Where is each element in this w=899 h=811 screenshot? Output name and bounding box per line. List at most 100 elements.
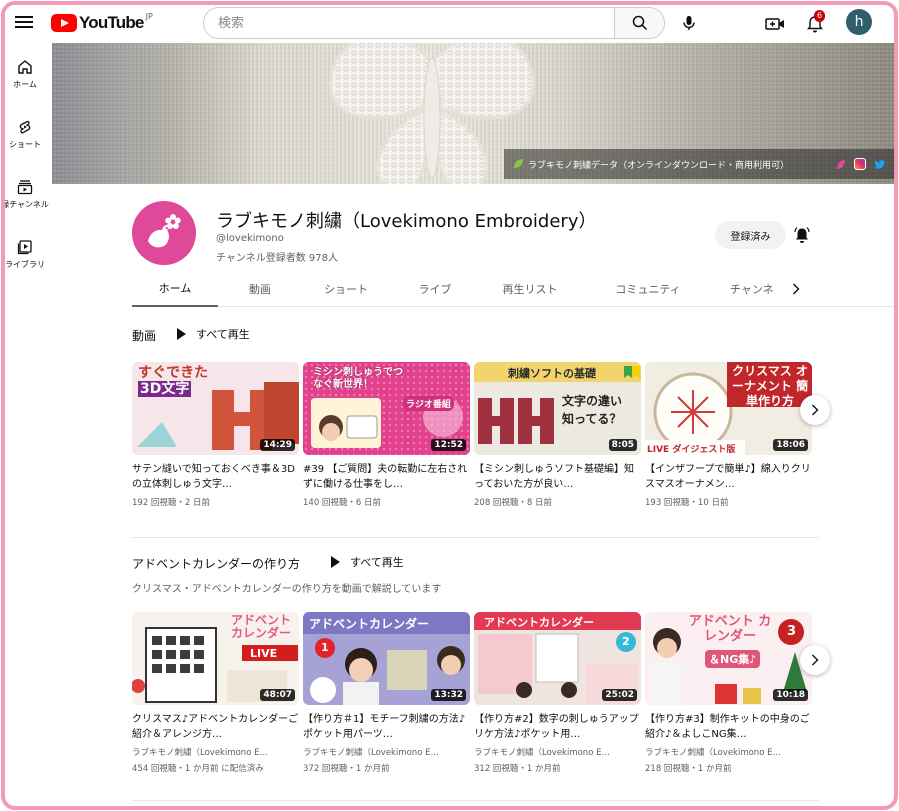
video-meta: 312 回視聴・1 か月前 — [474, 764, 561, 774]
tabs-scroll-right-button[interactable] — [787, 280, 805, 298]
search-box — [203, 7, 665, 39]
shelf-next-button[interactable] — [800, 645, 830, 675]
video-duration: 12:52 — [431, 439, 466, 451]
video-thumbnail[interactable]: すぐできた 3D文字 14:29 — [132, 362, 299, 455]
home-icon — [18, 60, 32, 74]
thumbnail-caption: 刺繍ソフトの基礎 — [508, 367, 596, 380]
twitter-icon[interactable] — [874, 158, 886, 170]
play-all-label: すべて再生 — [350, 556, 404, 569]
rail-item-subscriptions[interactable]: 登録チャンネル — [5, 163, 49, 223]
video-thumbnail[interactable]: ミシン刺しゅうでつなぐ新世界！ ラジオ番組 12:52 — [303, 362, 470, 455]
video-duration: 18:06 — [773, 439, 808, 451]
video-title[interactable]: 【作り方#2】数字の刺しゅうアップリケ方法♪ポケット用… — [474, 712, 641, 742]
rail-label: ライブラリ — [5, 260, 45, 269]
rail-label: ショート — [9, 140, 41, 149]
section-title[interactable]: アドベントカレンダーの作り方 — [132, 555, 300, 572]
channel-handle: @lovekimono — [216, 233, 284, 244]
tab-channels[interactable]: チャンネ — [716, 271, 782, 307]
logo-region: JP — [145, 11, 153, 21]
video-thumbnail[interactable]: アドベント カレンダー LIVE 48:07 — [132, 612, 299, 705]
video-duration: 10:18 — [773, 689, 808, 701]
video-thumbnail[interactable]: アドベントカレンダー 1 13:32 — [303, 612, 470, 705]
video-title[interactable]: クリスマス♪アドベントカレンダーご紹介＆アレンジ方… — [132, 712, 299, 742]
tab-shorts[interactable]: ショート — [302, 271, 390, 307]
account-avatar[interactable]: h — [846, 9, 872, 35]
shelf-next-button[interactable] — [800, 395, 830, 425]
video-card[interactable]: アドベントカレンダー 2 25:02 【作り方#2】数字の刺しゅうアップリケ方法… — [474, 612, 641, 774]
logo-text: YouTube — [79, 13, 144, 32]
mic-icon — [683, 16, 695, 30]
thumbnail-caption-2: 文字の違い 知ってる？ — [562, 394, 623, 426]
chevron-right-icon — [812, 404, 819, 416]
rail-item-home[interactable]: ホーム — [5, 43, 45, 103]
thumbnail-caption-2: ラジオ番組 — [403, 396, 454, 411]
menu-icon[interactable] — [15, 13, 33, 31]
video-card[interactable]: アドベント カレンダー 3 ＆NG集♪ 10:18 【作り方#3】制作キットの中… — [645, 612, 812, 774]
thumbnail-caption: アドベントカレンダー — [484, 616, 594, 629]
left-rail: ホーム ショート 登録チャンネル ライブラリ — [5, 43, 53, 283]
youtube-logo[interactable]: YouTube JP — [51, 11, 153, 35]
voice-search-button[interactable] — [674, 8, 704, 38]
video-thumbnail[interactable]: クリスマス オーナメント 簡単作り方 LIVE ダイジェスト版 18:06 — [645, 362, 812, 455]
search-input[interactable] — [204, 8, 614, 38]
thumbnail-caption: アドベントカレンダー — [309, 617, 430, 631]
section-divider — [132, 537, 819, 538]
notification-bell-button[interactable] — [792, 225, 812, 245]
play-all-button[interactable]: すべて再生 — [331, 554, 404, 570]
rail-item-library[interactable]: ライブラリ — [5, 223, 45, 283]
lovekimono-icon[interactable] — [834, 158, 846, 170]
video-card[interactable]: クリスマス オーナメント 簡単作り方 LIVE ダイジェスト版 18:06 【イ… — [645, 362, 812, 508]
video-meta: 218 回視聴・1 か月前 — [645, 764, 732, 774]
video-title[interactable]: 【作り方#3】制作キットの中身のご紹介♪＆よしこNG集… — [645, 712, 812, 742]
bird-flower-logo-icon — [148, 214, 181, 248]
thumbnail-caption-2: LIVE — [250, 647, 278, 660]
video-thumbnail[interactable]: アドベントカレンダー 2 25:02 — [474, 612, 641, 705]
video-channel[interactable]: ラブキモノ刺繍（Lovekimono E… — [474, 746, 641, 758]
play-all-button[interactable]: すべて再生 — [177, 326, 250, 342]
video-title[interactable]: #39 【ご質問】夫の転勤に左右されずに働ける仕事をし… — [303, 462, 470, 492]
instagram-icon[interactable] — [854, 158, 866, 170]
video-channel[interactable]: ラブキモノ刺繍（Lovekimono E… — [303, 746, 470, 758]
notifications-button[interactable]: 6 — [801, 10, 829, 38]
thumbnail-caption: ミシン刺しゅうでつなぐ新世界！ — [313, 367, 403, 390]
tab-playlists[interactable]: 再生リスト — [480, 271, 580, 307]
video-thumbnail[interactable]: アドベント カレンダー 3 ＆NG集♪ 10:18 — [645, 612, 812, 705]
search-button[interactable] — [614, 8, 664, 38]
video-card[interactable]: アドベント カレンダー LIVE 48:07 クリスマス♪アドベントカレンダーご… — [132, 612, 299, 774]
thumbnail-caption-2: LIVE ダイジェスト版 — [647, 445, 736, 455]
thumbnail-caption-2: 2 — [622, 635, 630, 648]
create-button[interactable] — [761, 10, 789, 38]
video-title[interactable]: 【ミシン刺しゅうソフト基礎編】知っておいた方が良い… — [474, 462, 641, 492]
channel-banner: ラブキモノ刺繍データ（オンラインダウンロード・商用利用可） — [52, 43, 894, 184]
thumbnail-caption-2: 3 — [787, 624, 797, 639]
video-channel[interactable]: ラブキモノ刺繍（Lovekimono E… — [645, 746, 812, 758]
tab-live[interactable]: ライブ — [390, 271, 480, 307]
video-duration: 25:02 — [602, 689, 637, 701]
video-meta: 140 回視聴・6 日前 — [303, 498, 382, 508]
video-card[interactable]: ミシン刺しゅうでつなぐ新世界！ ラジオ番組 12:52 #39 【ご質問】夫の転… — [303, 362, 470, 508]
tab-videos[interactable]: 動画 — [218, 271, 302, 307]
video-title[interactable]: 【インザフープで簡単♪】綿入りクリスマスオーナメン… — [645, 462, 812, 492]
video-thumbnail[interactable]: 刺繍ソフトの基礎 文字の違い 知ってる？ 8:05 — [474, 362, 641, 455]
section-title[interactable]: 動画 — [132, 327, 156, 344]
bell-ringing-icon — [794, 227, 810, 243]
video-channel[interactable]: ラブキモノ刺繍（Lovekimono E… — [132, 746, 299, 758]
video-card[interactable]: アドベントカレンダー 1 13:32 【作り方＃1】モチーフ刺繍の方法♪ポケット… — [303, 612, 470, 774]
video-card[interactable]: 刺繍ソフトの基礎 文字の違い 知ってる？ 8:05 【ミシン刺しゅうソフト基礎編… — [474, 362, 641, 508]
video-title[interactable]: サテン縫いで知っておくべき事＆3Dの立体刺しゅう文字… — [132, 462, 299, 492]
youtube-play-icon — [51, 14, 77, 32]
video-title[interactable]: 【作り方＃1】モチーフ刺繍の方法♪ポケット用パーツ… — [303, 712, 470, 742]
thumbnail-caption-3: ＆NG集♪ — [705, 650, 761, 668]
chevron-right-icon — [793, 283, 800, 295]
channel-avatar[interactable] — [132, 201, 196, 265]
subscribed-button[interactable]: 登録済み — [715, 221, 786, 249]
video-duration: 8:05 — [608, 439, 637, 451]
rail-item-shorts[interactable]: ショート — [5, 103, 45, 163]
tab-home[interactable]: ホーム — [132, 271, 218, 307]
banner-link-text[interactable]: ラブキモノ刺繍データ（オンラインダウンロード・商用利用可） — [528, 158, 834, 171]
video-card[interactable]: すぐできた 3D文字 14:29 サテン縫いで知っておくべき事＆3Dの立体刺しゅう… — [132, 362, 299, 508]
subscriber-count: チャンネル登録者数 978人 — [216, 253, 338, 264]
tab-community[interactable]: コミュニティ — [580, 271, 716, 307]
thumbnail-caption: すぐできた 3D文字 — [138, 365, 209, 397]
video-duration: 48:07 — [260, 689, 295, 701]
